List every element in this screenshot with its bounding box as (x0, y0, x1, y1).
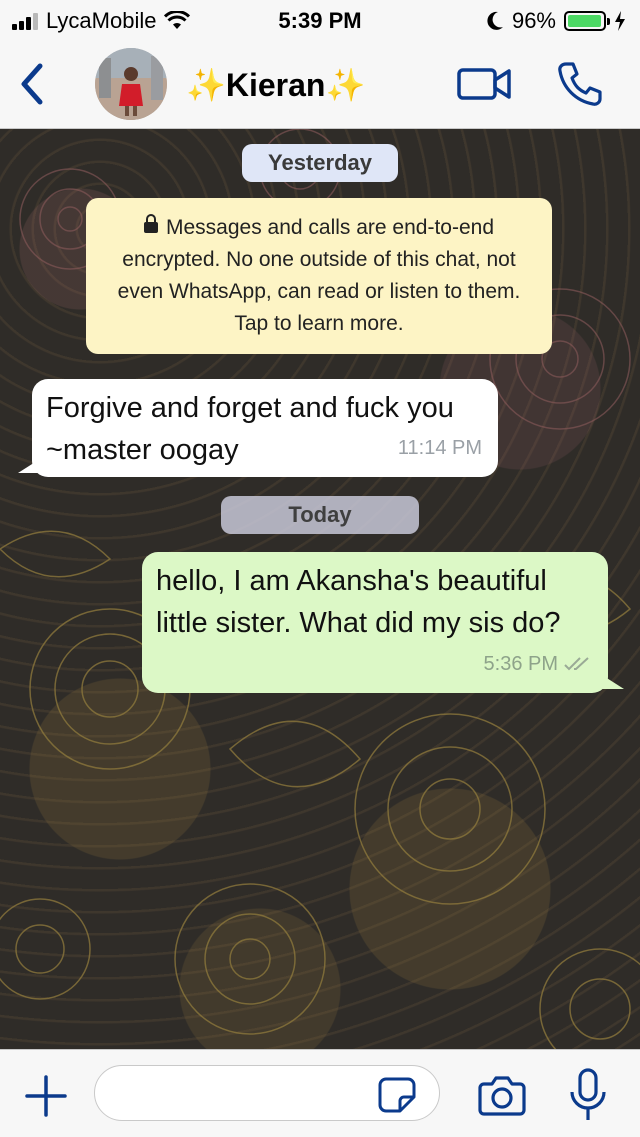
plus-icon[interactable] (24, 1074, 68, 1118)
incoming-message-bubble[interactable]: Forgive and forget and fuck you ~master … (18, 379, 498, 477)
message-composer (0, 1049, 640, 1137)
status-right: 96% (486, 8, 626, 34)
encryption-notice-text: Messages and calls are end-to-end encryp… (117, 216, 521, 335)
message-timestamp: 5:36 PM (483, 653, 558, 675)
encryption-notice[interactable]: Messages and calls are end-to-end encryp… (86, 198, 552, 354)
date-separator-yesterday: Yesterday (242, 144, 398, 182)
battery-icon (564, 11, 610, 31)
avatar-photo (95, 48, 167, 120)
chevron-left-icon[interactable] (14, 60, 48, 108)
contact-name[interactable]: ✨Kieran✨ (186, 66, 365, 104)
microphone-icon[interactable] (568, 1068, 608, 1122)
message-timestamp: 11:14 PM (397, 437, 482, 459)
double-check-icon (564, 657, 589, 671)
bubble-tail (602, 675, 624, 689)
sticker-icon[interactable] (378, 1077, 416, 1113)
video-camera-icon[interactable] (456, 64, 512, 104)
lock-icon (143, 214, 158, 235)
battery-level-fill (568, 15, 601, 27)
battery-percent: 96% (511, 8, 556, 33)
message-time: 5:36 PM (484, 643, 592, 685)
contact-avatar[interactable] (95, 48, 167, 120)
charging-bolt-icon (615, 11, 625, 31)
chat-area[interactable]: Yesterday Messages and calls are end-to-… (0, 129, 640, 1049)
phone-icon[interactable] (556, 60, 604, 108)
chat-header: ✨Kieran✨ (0, 40, 640, 129)
date-separator-today: Today (221, 496, 419, 534)
bubble-tail (18, 459, 40, 473)
outgoing-message-bubble[interactable]: hello, I am Akansha's beautiful little s… (142, 552, 624, 693)
camera-icon[interactable] (478, 1074, 526, 1116)
message-time: 11:14 PM (398, 427, 482, 469)
message-text: hello, I am Akansha's beautiful little s… (156, 565, 561, 639)
do-not-disturb-moon-icon (487, 11, 503, 30)
status-bar: LycaMobile 5:39 PM 96% (0, 0, 640, 40)
